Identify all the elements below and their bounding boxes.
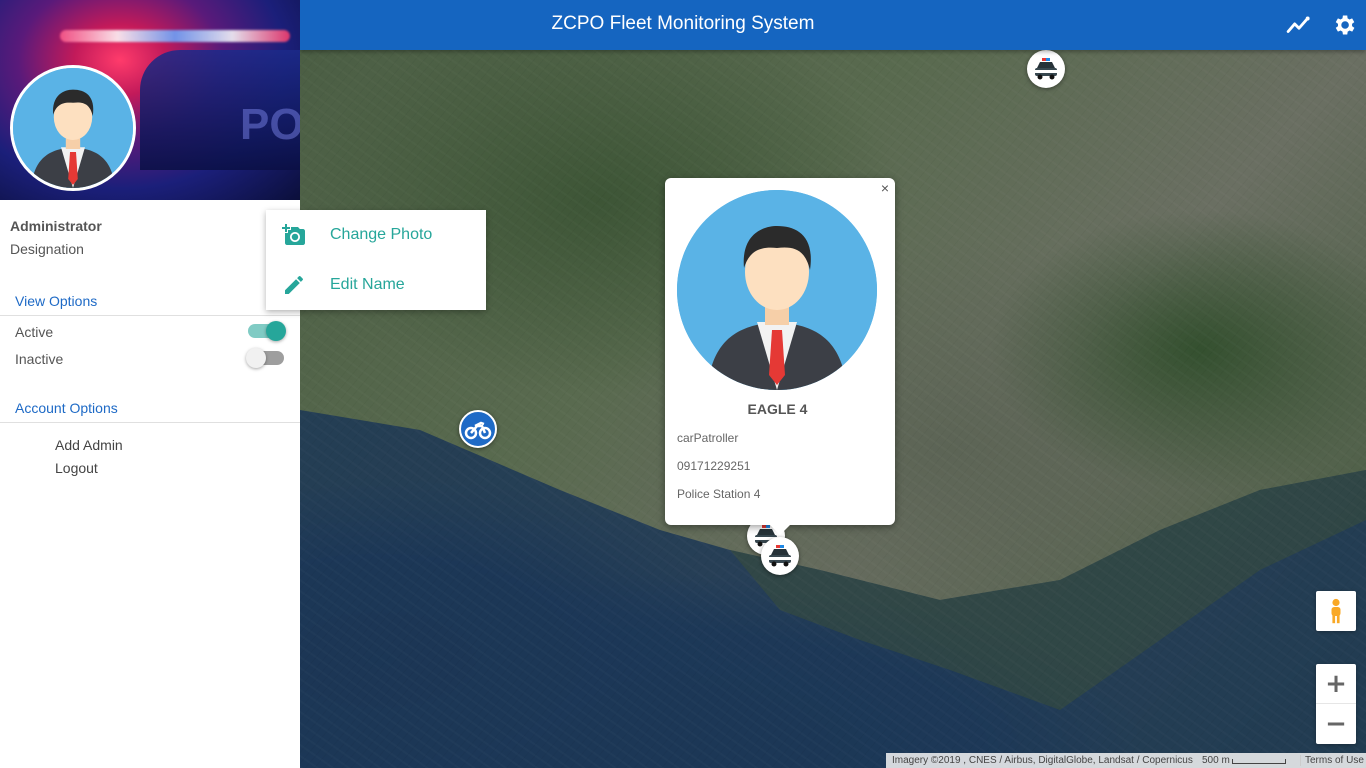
close-icon[interactable]: × bbox=[881, 180, 889, 196]
motorcycle-icon bbox=[464, 421, 492, 440]
toggle-knob bbox=[246, 348, 266, 368]
user-name[interactable]: Administrator bbox=[10, 218, 102, 234]
change-photo-label: Change Photo bbox=[330, 226, 433, 243]
stats-icon[interactable] bbox=[1286, 12, 1312, 38]
inactive-filter-label: Inactive bbox=[15, 351, 64, 367]
unit-avatar bbox=[677, 190, 877, 390]
user-designation: Designation bbox=[10, 241, 84, 257]
police-car-icon bbox=[769, 545, 791, 567]
view-options-heading: View Options bbox=[0, 293, 300, 316]
police-car-icon bbox=[1035, 58, 1057, 80]
edit-name-menu-item[interactable]: Edit Name bbox=[266, 260, 486, 310]
edit-name-label: Edit Name bbox=[330, 276, 405, 293]
app-title: ZCPO Fleet Monitoring System bbox=[551, 13, 815, 34]
profile-context-menu: Change Photo Edit Name bbox=[266, 210, 486, 310]
unit-callsign: EAGLE 4 bbox=[747, 401, 808, 417]
account-options-heading: Account Options bbox=[0, 400, 300, 423]
unit-phone: 09171229251 bbox=[677, 459, 751, 473]
patrol-car-marker[interactable] bbox=[1027, 50, 1065, 88]
sidebar: PO Administrator Designation View Option… bbox=[0, 0, 300, 768]
pegman-icon bbox=[1331, 598, 1341, 623]
siren-lights bbox=[60, 30, 290, 42]
inactive-toggle[interactable] bbox=[246, 348, 284, 368]
scale-label[interactable]: 500 m bbox=[1202, 755, 1230, 766]
toggle-knob bbox=[266, 321, 286, 341]
scale-bar bbox=[1232, 759, 1286, 764]
user-avatar-icon bbox=[677, 190, 877, 390]
add-admin-link[interactable]: Add Admin bbox=[55, 437, 123, 453]
user-avatar-icon bbox=[13, 68, 133, 188]
sidebar-header-image: PO bbox=[0, 0, 300, 200]
zoom-out-button[interactable]: − bbox=[1316, 704, 1356, 744]
app-root: ZCPO Fleet Monitoring System PO Administ… bbox=[0, 0, 1366, 768]
imagery-credit: Imagery ©2019 , CNES / Airbus, DigitalGl… bbox=[892, 755, 1193, 766]
avatar[interactable] bbox=[10, 65, 136, 191]
active-toggle[interactable] bbox=[248, 321, 286, 341]
motorcycle-marker[interactable] bbox=[459, 410, 497, 448]
unit-station: Police Station 4 bbox=[677, 487, 761, 501]
police-car-lettering: PO bbox=[240, 100, 300, 149]
app-header: ZCPO Fleet Monitoring System bbox=[300, 0, 1366, 50]
unit-role: carPatroller bbox=[677, 431, 739, 445]
add-photo-icon bbox=[282, 224, 305, 245]
unit-info-popup: × EAGLE 4 carPatroller 09171229251 Polic… bbox=[665, 178, 895, 535]
change-photo-menu-item[interactable]: Change Photo bbox=[266, 210, 486, 260]
pencil-icon bbox=[285, 275, 303, 294]
zoom-in-button[interactable]: + bbox=[1316, 664, 1356, 704]
gear-icon[interactable] bbox=[1331, 12, 1357, 38]
street-view-pegman[interactable] bbox=[1316, 591, 1356, 631]
active-filter-label: Active bbox=[15, 324, 54, 340]
terms-of-use-link[interactable]: Terms of Use bbox=[1300, 755, 1364, 766]
logout-link[interactable]: Logout bbox=[55, 460, 98, 476]
patrol-car-marker[interactable] bbox=[761, 537, 799, 575]
map-attribution: Imagery ©2019 , CNES / Airbus, DigitalGl… bbox=[886, 753, 1366, 768]
zoom-control: + − bbox=[1316, 664, 1356, 744]
